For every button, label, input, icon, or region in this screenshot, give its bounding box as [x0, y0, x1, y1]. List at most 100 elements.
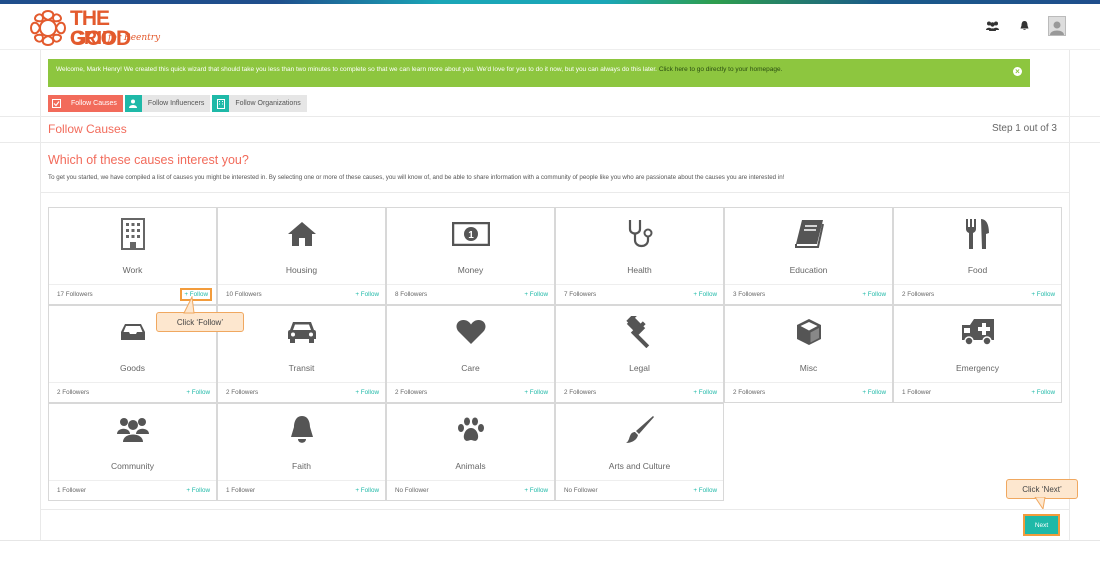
cause-footer: 10 Followers + Follow [218, 284, 385, 304]
ambulance-icon [894, 314, 1061, 350]
divider [40, 509, 1070, 510]
welcome-banner: Welcome, Mark Henry! We created this qui… [48, 59, 1030, 87]
cause-name: Faith [292, 461, 311, 471]
cause-name: Food [967, 265, 988, 275]
follow-button[interactable]: + Follow [1031, 291, 1055, 298]
divider [0, 116, 1100, 117]
cause-tile-work[interactable]: Work 17 Followers + Follow [48, 207, 217, 305]
divider [40, 192, 1070, 193]
follow-callout: Click ‘Follow’ [156, 312, 244, 332]
top-header: THE GOOD GRID for Reentry [0, 4, 1100, 50]
cause-tile-money[interactable]: 1 Money 8 Followers + Follow [386, 207, 555, 305]
follow-button[interactable]: + Follow [862, 291, 886, 298]
cube-icon [725, 314, 892, 350]
user-avatar[interactable] [1048, 16, 1066, 36]
follow-button[interactable]: + Follow [355, 291, 379, 298]
cause-name: Goods [119, 363, 146, 373]
building-icon [212, 95, 230, 112]
cause-name: Work [122, 265, 143, 275]
follow-button[interactable]: + Follow [693, 487, 717, 494]
cause-footer: 1 Follower + Follow [49, 480, 216, 500]
divider [0, 142, 1100, 143]
follow-button[interactable]: + Follow [862, 389, 886, 396]
follow-button[interactable]: + Follow [186, 487, 210, 494]
follow-callout-pointer [183, 296, 195, 314]
follower-count: 1 Follower [226, 487, 256, 494]
cause-name: Care [461, 363, 480, 373]
follower-count: 2 Followers [902, 291, 935, 298]
footer-divider [0, 540, 1100, 541]
cause-tile-faith[interactable]: Faith 1 Follower + Follow [217, 403, 386, 501]
cause-footer: No Follower + Follow [556, 480, 723, 500]
cause-footer: 2 Followers + Follow [894, 284, 1061, 304]
cause-footer: 3 Followers + Follow [725, 284, 892, 304]
follower-count: 2 Followers [564, 389, 597, 396]
cause-footer: 2 Followers + Follow [387, 382, 554, 402]
homepage-link[interactable]: Click here to go directly to your homepa… [659, 66, 783, 73]
frame-border-left [40, 50, 41, 540]
follower-count: No Follower [564, 487, 598, 494]
cause-tile-animals[interactable]: Animals No Follower + Follow [386, 403, 555, 501]
cause-footer: 1 Follower + Follow [894, 382, 1061, 402]
follower-count: No Follower [395, 487, 429, 494]
intro-text: To get you started, we have compiled a l… [48, 174, 785, 181]
home-icon [218, 216, 385, 252]
follow-button[interactable]: + Follow [524, 291, 548, 298]
follower-count: 1 Follower [902, 389, 932, 396]
check-square-icon [48, 95, 65, 112]
step-follow-influencers[interactable]: Follow Influencers [124, 95, 211, 112]
step-follow-organizations[interactable]: Follow Organizations [212, 95, 307, 112]
cause-footer: 2 Followers + Follow [725, 382, 892, 402]
step-label: Follow Causes [65, 95, 123, 112]
follow-button[interactable]: + Follow [355, 487, 379, 494]
follower-count: 2 Followers [226, 389, 259, 396]
welcome-text: Welcome, Mark Henry! We created this qui… [56, 66, 657, 73]
bell-icon[interactable] [1016, 18, 1032, 34]
cause-tile-care[interactable]: Care 2 Followers + Follow [386, 305, 555, 403]
cause-tile-community[interactable]: Community 1 Follower + Follow [48, 403, 217, 501]
heart-icon [387, 314, 554, 350]
cause-name: Health [627, 265, 652, 275]
users-icon [49, 412, 216, 448]
cause-tile-legal[interactable]: Legal 2 Followers + Follow [555, 305, 724, 403]
follower-count: 2 Followers [57, 389, 90, 396]
cause-tile-arts-and-culture[interactable]: Arts and Culture No Follower + Follow [555, 403, 724, 501]
follow-button[interactable]: + Follow [524, 389, 548, 396]
logo-emblem-icon [29, 9, 67, 47]
logo-subtitle: for Reentry [108, 33, 161, 43]
paw-icon [387, 412, 554, 448]
cause-footer: 2 Followers + Follow [218, 382, 385, 402]
users-icon[interactable] [984, 18, 1000, 34]
cause-tile-misc[interactable]: Misc 2 Followers + Follow [724, 305, 893, 403]
cause-tile-housing[interactable]: Housing 10 Followers + Follow [217, 207, 386, 305]
building-icon [49, 216, 216, 252]
cause-tile-education[interactable]: Education 3 Followers + Follow [724, 207, 893, 305]
follower-count: 7 Followers [564, 291, 597, 298]
follow-button[interactable]: + Follow [355, 389, 379, 396]
cause-name: Animals [455, 461, 486, 471]
cause-name: Community [111, 461, 154, 471]
cause-tile-food[interactable]: Food 2 Followers + Follow [893, 207, 1062, 305]
follow-button[interactable]: + Follow [693, 291, 717, 298]
cause-tile-emergency[interactable]: Emergency 1 Follower + Follow [893, 305, 1062, 403]
cause-footer: 2 Followers + Follow [49, 382, 216, 402]
cause-name: Education [789, 265, 828, 275]
question-heading: Which of these causes interest you? [48, 153, 249, 167]
cutlery-icon [894, 216, 1061, 252]
cause-name: Legal [629, 363, 650, 373]
follow-button[interactable]: + Follow [524, 487, 548, 494]
book-icon [725, 216, 892, 252]
cause-footer: 2 Followers + Follow [556, 382, 723, 402]
follow-button[interactable]: + Follow [693, 389, 717, 396]
section-title: Follow Causes [48, 122, 127, 136]
bell-icon [218, 412, 385, 448]
svg-text:1: 1 [468, 230, 474, 241]
close-icon[interactable]: × [1013, 67, 1022, 76]
next-button[interactable]: Next [1023, 514, 1060, 536]
step-follow-causes[interactable]: Follow Causes [48, 95, 123, 112]
logo[interactable]: THE GOOD GRID for Reentry [28, 7, 168, 51]
cause-tile-health[interactable]: Health 7 Followers + Follow [555, 207, 724, 305]
follow-button[interactable]: + Follow [186, 389, 210, 396]
follow-button[interactable]: + Follow [1031, 389, 1055, 396]
follower-count: 8 Followers [395, 291, 428, 298]
